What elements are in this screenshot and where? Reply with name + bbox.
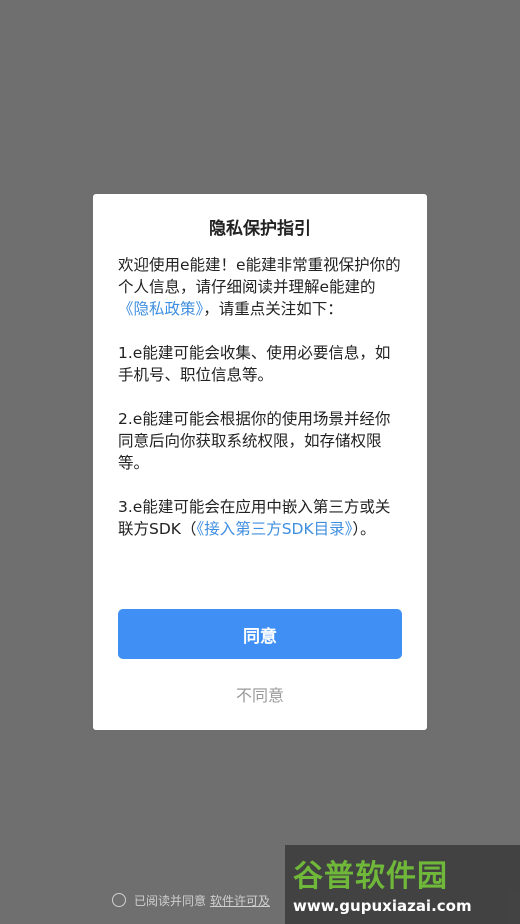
watermark-logo: 谷普软件园 (293, 859, 448, 894)
item-3-suffix: ）。 (352, 520, 376, 538)
item-3: 3.e能建可能会在应用中嵌入第三方或关联方SDK（《接入第三方SDK目录》）。 (118, 496, 405, 540)
intro-paragraph: 欢迎使用e能建！e能建非常重视保护你的个人信息，请仔细阅读并理解e能建的《隐私政… (118, 254, 405, 320)
intro-prefix: 欢迎使用e能建！e能建非常重视保护你的个人信息，请仔细阅读并理解e能建的 (118, 256, 401, 296)
dialog-body: 欢迎使用e能建！e能建非常重视保护你的个人信息，请仔细阅读并理解e能建的《隐私政… (118, 254, 405, 562)
agreement-footer: 已阅读并同意 软件许可及 (112, 890, 270, 910)
dialog-title: 隐私保护指引 (209, 219, 311, 239)
agree-radio[interactable] (112, 893, 126, 907)
intro-suffix: ，请重点关注如下： (203, 300, 343, 318)
item-1: 1.e能建可能会收集、使用必要信息，如手机号、职位信息等。 (118, 344, 391, 384)
sdk-list-link[interactable]: 《接入第三方SDK目录》 (196, 520, 352, 538)
agree-button[interactable]: 同意 (118, 609, 402, 659)
watermark: 谷普软件园 www.gupuxiazai.com (285, 845, 520, 924)
item-2: 2.e能建可能会根据你的使用场景并经你同意后向你获取系统权限，如存储权限等。 (118, 410, 391, 472)
footer-text: 已阅读并同意 (134, 893, 207, 908)
privacy-dialog: 隐私保护指引 欢迎使用e能建！e能建非常重视保护你的个人信息，请仔细阅读并理解e… (93, 194, 427, 730)
watermark-url: www.gupuxiazai.com (293, 897, 472, 915)
disagree-button[interactable]: 不同意 (93, 682, 427, 706)
privacy-policy-link[interactable]: 《隐私政策》 (118, 300, 203, 318)
license-link[interactable]: 软件许可及 (210, 892, 270, 909)
